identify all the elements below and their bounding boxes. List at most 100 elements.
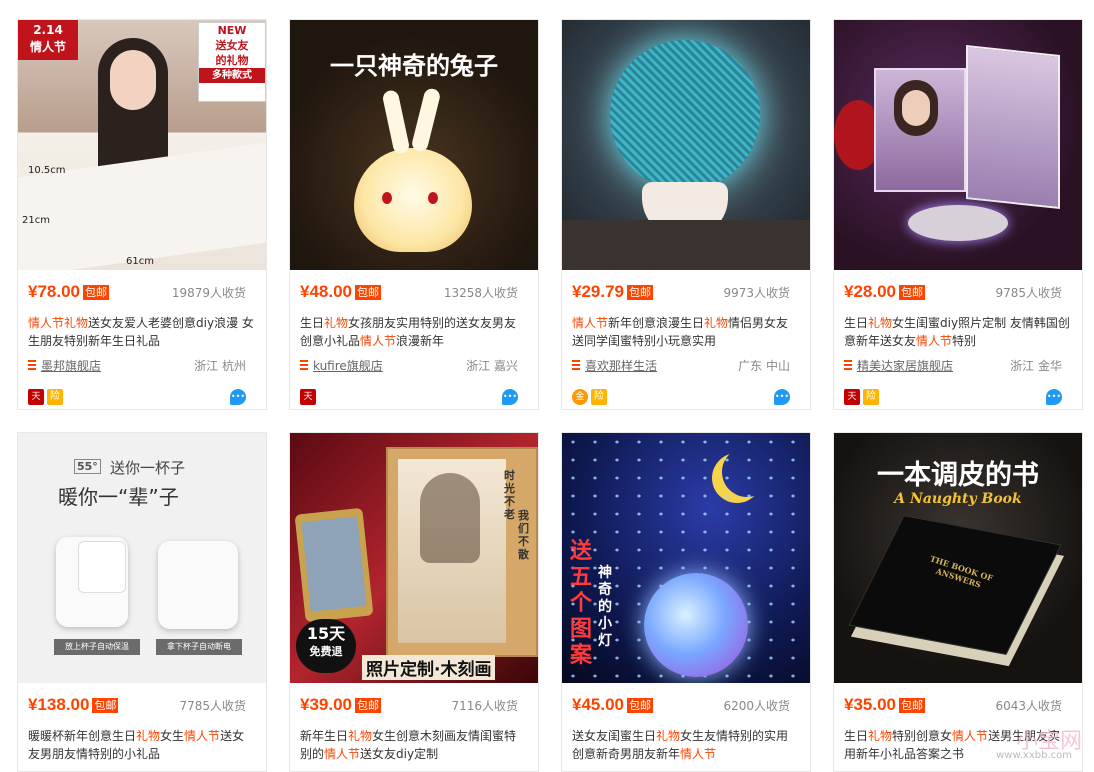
free-shipping-badge: 包邮: [355, 697, 381, 713]
title-text[interactable]: 生日: [300, 316, 324, 330]
product-card[interactable]: ¥28.00 包邮 9785人收货 生日礼物女生闺蜜diy照片定制 友情韩国创意…: [833, 19, 1083, 410]
title-highlight[interactable]: 情人节: [184, 729, 220, 743]
product-image[interactable]: 2.14 情人节 NEW 送女友 的礼物 多种款式 10.5cm 21cm 61…: [18, 20, 266, 270]
free-shipping-badge: 包邮: [92, 697, 119, 713]
title-highlight[interactable]: 礼物: [348, 729, 372, 743]
sales-count: 19879人收货: [171, 285, 246, 300]
title-highlight[interactable]: 情人节: [952, 729, 988, 743]
overlay-text: 2.14: [33, 23, 63, 37]
title-highlight[interactable]: 情人节: [324, 747, 360, 761]
product-title[interactable]: 生日礼物女生闺蜜diy照片定制 友情韩国创意新年送女友情人节特别: [844, 314, 1072, 350]
location: 浙江 金华: [1010, 358, 1062, 373]
shop-link[interactable]: 精美达家居旗舰店: [857, 357, 953, 374]
gold-seller-icon[interactable]: 金: [572, 389, 588, 405]
price: ¥48.00: [300, 282, 352, 301]
price: ¥29.79: [572, 282, 624, 301]
sales-count: 13258人收货: [443, 285, 518, 300]
shop-icon: [572, 360, 580, 370]
wangwang-chat-icon[interactable]: •••: [774, 389, 790, 405]
sales-count: 7785人收货: [179, 698, 246, 713]
overlay-text: 送: [569, 539, 592, 564]
sales-count: 7116人收货: [451, 698, 518, 713]
price: ¥28.00: [844, 282, 896, 301]
product-image[interactable]: 时光不老 我们不散 15天 免费退 照片定制·木刻画: [290, 433, 538, 683]
title-highlight[interactable]: 情人节: [916, 334, 952, 348]
title-highlight[interactable]: 情人节: [680, 747, 716, 761]
insurance-icon[interactable]: 险: [591, 389, 607, 405]
title-highlight[interactable]: 礼物: [868, 316, 892, 330]
title-text[interactable]: 生日: [844, 729, 868, 743]
tmall-icon[interactable]: 天: [844, 389, 860, 405]
product-image[interactable]: [562, 20, 810, 270]
product-image[interactable]: 一只神奇的兔子: [290, 20, 538, 270]
product-card[interactable]: 时光不老 我们不散 15天 免费退 照片定制·木刻画 ¥39.00 包邮 711…: [289, 432, 539, 772]
product-image[interactable]: 送 五个 图案 神奇的小灯: [562, 433, 810, 683]
wangwang-chat-icon[interactable]: •••: [1046, 389, 1062, 405]
product-title[interactable]: 新年生日礼物女生创意木刻画友情闺蜜特别的情人节送女友diy定制: [300, 727, 528, 763]
tmall-icon[interactable]: 天: [28, 389, 44, 405]
product-title[interactable]: 情人节新年创意浪漫生日礼物情侣男女友送同学闺蜜特别小玩意实用: [572, 314, 800, 350]
product-image[interactable]: 55° 送你一杯子 暖你一“辈”子 放上杯子自动保温 拿下杯子自动断电: [18, 433, 266, 683]
location: 浙江 嘉兴: [466, 358, 518, 373]
overlay-text: 暖你一“辈”子: [58, 485, 179, 509]
shop-link[interactable]: 墨邦旗舰店: [41, 357, 101, 374]
product-card[interactable]: ¥29.79 包邮 9973人收货 情人节新年创意浪漫生日礼物情侣男女友送同学闺…: [561, 19, 811, 410]
product-card[interactable]: 一只神奇的兔子 ¥48.00 包邮 13258人收货 生日礼物女孩朋友实用特别的…: [289, 19, 539, 410]
shop-link[interactable]: kufire旗舰店: [313, 357, 383, 374]
product-card[interactable]: 一本调皮的书 A Naughty Book THE BOOK OF ANSWER…: [833, 432, 1083, 772]
overlay-text: NEW: [217, 24, 247, 37]
product-image[interactable]: [834, 20, 1082, 270]
wangwang-chat-icon[interactable]: •••: [502, 389, 518, 405]
product-card[interactable]: 送 五个 图案 神奇的小灯 ¥45.00 包邮 6200人收货 送女友闺蜜生日礼…: [561, 432, 811, 772]
title-text[interactable]: 新年创意浪漫生日: [608, 316, 704, 330]
dimension-label: 21cm: [22, 215, 50, 226]
title-text[interactable]: 送女友闺蜜生日: [572, 729, 656, 743]
title-highlight[interactable]: 情人节: [360, 334, 396, 348]
tmall-icon[interactable]: 天: [300, 389, 316, 405]
price: ¥39.00: [300, 695, 352, 714]
shop-icon: [300, 360, 308, 370]
title-text[interactable]: 特别创意女: [892, 729, 952, 743]
title-text[interactable]: 新年生日: [300, 729, 348, 743]
wangwang-chat-icon[interactable]: •••: [230, 389, 246, 405]
product-card[interactable]: 2.14 情人节 NEW 送女友 的礼物 多种款式 10.5cm 21cm 61…: [17, 19, 267, 410]
shop-link[interactable]: 喜欢那样生活: [585, 357, 657, 374]
title-text[interactable]: 送女友diy定制: [360, 747, 438, 761]
product-title[interactable]: 生日礼物女孩朋友实用特别的送女友男友创意小礼品情人节浪漫新年: [300, 314, 528, 350]
title-highlight[interactable]: 礼物: [324, 316, 348, 330]
product-title[interactable]: 送女友闺蜜生日礼物女生友情特别的实用创意新奇男朋友新年情人节: [572, 727, 800, 763]
overlay-text: 送你一杯子: [110, 459, 186, 477]
insurance-icon[interactable]: 险: [863, 389, 879, 405]
title-highlight[interactable]: 礼物: [656, 729, 680, 743]
insurance-icon[interactable]: 险: [47, 389, 63, 405]
title-text[interactable]: 暖暖杯新年创意生日: [28, 729, 136, 743]
overlay-text: 拿下杯子自动断电: [156, 639, 242, 655]
watermark-url: www.xxbb.com: [996, 750, 1072, 761]
title-highlight[interactable]: 礼物: [136, 729, 160, 743]
sales-count: 6043人收货: [995, 698, 1062, 713]
product-card[interactable]: 55° 送你一杯子 暖你一“辈”子 放上杯子自动保温 拿下杯子自动断电 ¥138…: [17, 432, 267, 772]
product-title[interactable]: 情人节礼物送女友爱人老婆创意diy浪漫 女生朋友特别新年生日礼品: [28, 314, 256, 350]
free-shipping-badge: 包邮: [899, 284, 925, 300]
title-text[interactable]: 女生: [160, 729, 184, 743]
title-highlight[interactable]: 情人节: [572, 316, 608, 330]
title-text[interactable]: 生日: [844, 316, 868, 330]
title-text[interactable]: 特别: [952, 334, 976, 348]
overlay-text: 一本调皮的书: [877, 460, 1039, 491]
overlay-text: 五个: [569, 565, 592, 616]
title-text[interactable]: 浪漫新年: [396, 334, 444, 348]
title-highlight[interactable]: 情人节礼物: [28, 316, 88, 330]
title-highlight[interactable]: 礼物: [704, 316, 728, 330]
overlay-text: 多种款式: [199, 68, 265, 83]
overlay-text: 送女友: [215, 39, 249, 52]
product-title[interactable]: 暖暖杯新年创意生日礼物女生情人节送女友男朋友情特别的小礼品: [28, 727, 256, 763]
product-image[interactable]: 一本调皮的书 A Naughty Book THE BOOK OF ANSWER…: [834, 433, 1082, 683]
price: ¥78.00: [28, 282, 80, 301]
location: 广东 中山: [738, 358, 790, 373]
overlay-text: 免费退: [309, 645, 343, 658]
overlay-text: 15天: [306, 624, 346, 643]
title-highlight[interactable]: 礼物: [868, 729, 892, 743]
overlay-text: 的礼物: [215, 54, 249, 67]
overlay-text: A Naughty Book: [894, 491, 1022, 507]
free-shipping-badge: 包邮: [627, 284, 653, 300]
